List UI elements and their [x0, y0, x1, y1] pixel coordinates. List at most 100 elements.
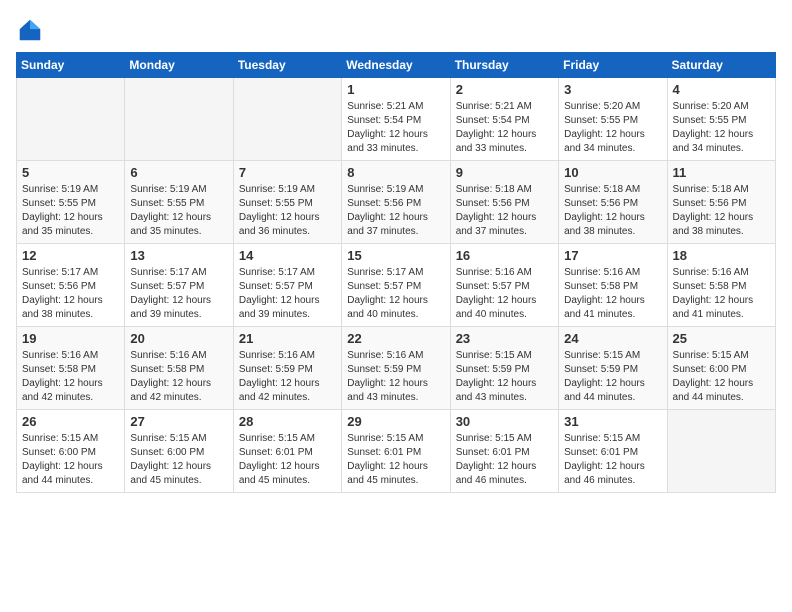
calendar-header-row: SundayMondayTuesdayWednesdayThursdayFrid… — [17, 53, 776, 78]
calendar-cell: 8 Sunrise: 5:19 AM Sunset: 5:56 PM Daylig… — [342, 161, 450, 244]
day-info: Sunrise: 5:15 AM Sunset: 6:00 PM Dayligh… — [673, 349, 770, 405]
calendar-cell: 12Sunrise: 5:17 AM Sunset: 5:56 PM Dayli… — [17, 244, 125, 327]
day-number: 17 — [564, 248, 661, 263]
day-number: 24 — [564, 331, 661, 346]
calendar-cell: 9 Sunrise: 5:18 AM Sunset: 5:56 PM Daylig… — [450, 161, 558, 244]
calendar-cell: 7 Sunrise: 5:19 AM Sunset: 5:55 PM Daylig… — [233, 161, 341, 244]
day-info: Sunrise: 5:16 AM Sunset: 5:59 PM Dayligh… — [239, 349, 336, 405]
day-info: Sunrise: 5:19 AM Sunset: 5:55 PM Dayligh… — [22, 183, 119, 239]
calendar-cell: 30 Sunrise: 5:15 AM Sunset: 6:01 PM Dayli… — [450, 410, 558, 493]
day-info: Sunrise: 5:15 AM Sunset: 6:01 PM Dayligh… — [564, 432, 661, 488]
day-info: Sunrise: 5:16 AM Sunset: 5:58 PM Dayligh… — [130, 349, 227, 405]
day-info: Sunrise: 5:17 AM Sunset: 5:57 PM Dayligh… — [239, 266, 336, 322]
day-header-thursday: Thursday — [450, 53, 558, 78]
day-header-sunday: Sunday — [17, 53, 125, 78]
day-info: Sunrise: 5:21 AM Sunset: 5:54 PM Dayligh… — [456, 100, 553, 156]
calendar-cell: 18 Sunrise: 5:16 AM Sunset: 5:58 PM Dayli… — [667, 244, 775, 327]
day-number: 20 — [130, 331, 227, 346]
day-number: 6 — [130, 165, 227, 180]
calendar-cell — [233, 78, 341, 161]
day-info: Sunrise: 5:21 AM Sunset: 5:54 PM Dayligh… — [347, 100, 444, 156]
day-number: 23 — [456, 331, 553, 346]
day-number: 2 — [456, 82, 553, 97]
day-number: 26 — [22, 414, 119, 429]
day-info: Sunrise: 5:15 AM Sunset: 5:59 PM Dayligh… — [456, 349, 553, 405]
day-header-friday: Friday — [559, 53, 667, 78]
day-info: Sunrise: 5:16 AM Sunset: 5:58 PM Dayligh… — [673, 266, 770, 322]
day-number: 29 — [347, 414, 444, 429]
day-info: Sunrise: 5:18 AM Sunset: 5:56 PM Dayligh… — [564, 183, 661, 239]
day-info: Sunrise: 5:18 AM Sunset: 5:56 PM Dayligh… — [673, 183, 770, 239]
day-number: 10 — [564, 165, 661, 180]
day-info: Sunrise: 5:16 AM Sunset: 5:57 PM Dayligh… — [456, 266, 553, 322]
day-info: Sunrise: 5:20 AM Sunset: 5:55 PM Dayligh… — [564, 100, 661, 156]
calendar-cell: 16 Sunrise: 5:16 AM Sunset: 5:57 PM Dayli… — [450, 244, 558, 327]
calendar-cell: 26 Sunrise: 5:15 AM Sunset: 6:00 PM Dayli… — [17, 410, 125, 493]
day-info: Sunrise: 5:17 AM Sunset: 5:57 PM Dayligh… — [130, 266, 227, 322]
week-row-3: 12Sunrise: 5:17 AM Sunset: 5:56 PM Dayli… — [17, 244, 776, 327]
week-row-2: 5Sunrise: 5:19 AM Sunset: 5:55 PM Daylig… — [17, 161, 776, 244]
calendar-cell: 19Sunrise: 5:16 AM Sunset: 5:58 PM Dayli… — [17, 327, 125, 410]
logo-icon — [16, 16, 44, 44]
day-number: 15 — [347, 248, 444, 263]
day-number: 21 — [239, 331, 336, 346]
calendar-cell: 4 Sunrise: 5:20 AM Sunset: 5:55 PM Daylig… — [667, 78, 775, 161]
day-info: Sunrise: 5:17 AM Sunset: 5:56 PM Dayligh… — [22, 266, 119, 322]
calendar-table: SundayMondayTuesdayWednesdayThursdayFrid… — [16, 52, 776, 493]
day-header-wednesday: Wednesday — [342, 53, 450, 78]
calendar-cell: 10 Sunrise: 5:18 AM Sunset: 5:56 PM Dayli… — [559, 161, 667, 244]
day-info: Sunrise: 5:19 AM Sunset: 5:55 PM Dayligh… — [130, 183, 227, 239]
day-number: 13 — [130, 248, 227, 263]
week-row-1: 1 Sunrise: 5:21 AM Sunset: 5:54 PM Daylig… — [17, 78, 776, 161]
day-info: Sunrise: 5:19 AM Sunset: 5:56 PM Dayligh… — [347, 183, 444, 239]
day-number: 27 — [130, 414, 227, 429]
calendar-cell — [667, 410, 775, 493]
day-number: 30 — [456, 414, 553, 429]
calendar-cell: 13 Sunrise: 5:17 AM Sunset: 5:57 PM Dayli… — [125, 244, 233, 327]
calendar-cell: 28 Sunrise: 5:15 AM Sunset: 6:01 PM Dayli… — [233, 410, 341, 493]
calendar-cell: 5Sunrise: 5:19 AM Sunset: 5:55 PM Daylig… — [17, 161, 125, 244]
day-info: Sunrise: 5:17 AM Sunset: 5:57 PM Dayligh… — [347, 266, 444, 322]
calendar-cell: 15 Sunrise: 5:17 AM Sunset: 5:57 PM Dayli… — [342, 244, 450, 327]
day-number: 4 — [673, 82, 770, 97]
calendar-cell: 11 Sunrise: 5:18 AM Sunset: 5:56 PM Dayli… — [667, 161, 775, 244]
day-info: Sunrise: 5:15 AM Sunset: 6:01 PM Dayligh… — [239, 432, 336, 488]
calendar-cell: 3Sunrise: 5:20 AM Sunset: 5:55 PM Daylig… — [559, 78, 667, 161]
week-row-5: 26 Sunrise: 5:15 AM Sunset: 6:00 PM Dayli… — [17, 410, 776, 493]
calendar-cell — [125, 78, 233, 161]
day-header-monday: Monday — [125, 53, 233, 78]
day-number: 25 — [673, 331, 770, 346]
day-number: 9 — [456, 165, 553, 180]
day-info: Sunrise: 5:18 AM Sunset: 5:56 PM Dayligh… — [456, 183, 553, 239]
calendar-cell: 24 Sunrise: 5:15 AM Sunset: 5:59 PM Dayli… — [559, 327, 667, 410]
day-number: 22 — [347, 331, 444, 346]
calendar-cell — [17, 78, 125, 161]
calendar-cell: 22 Sunrise: 5:16 AM Sunset: 5:59 PM Dayli… — [342, 327, 450, 410]
day-info: Sunrise: 5:19 AM Sunset: 5:55 PM Dayligh… — [239, 183, 336, 239]
day-info: Sunrise: 5:15 AM Sunset: 6:01 PM Dayligh… — [456, 432, 553, 488]
day-header-tuesday: Tuesday — [233, 53, 341, 78]
calendar-cell: 29Sunrise: 5:15 AM Sunset: 6:01 PM Dayli… — [342, 410, 450, 493]
calendar-cell: 14 Sunrise: 5:17 AM Sunset: 5:57 PM Dayli… — [233, 244, 341, 327]
day-number: 7 — [239, 165, 336, 180]
calendar-cell: 27 Sunrise: 5:15 AM Sunset: 6:00 PM Dayli… — [125, 410, 233, 493]
day-number: 31 — [564, 414, 661, 429]
calendar-cell: 31 Sunrise: 5:15 AM Sunset: 6:01 PM Dayli… — [559, 410, 667, 493]
calendar-cell: 21 Sunrise: 5:16 AM Sunset: 5:59 PM Dayli… — [233, 327, 341, 410]
calendar-cell: 2 Sunrise: 5:21 AM Sunset: 5:54 PM Daylig… — [450, 78, 558, 161]
day-info: Sunrise: 5:20 AM Sunset: 5:55 PM Dayligh… — [673, 100, 770, 156]
day-number: 16 — [456, 248, 553, 263]
day-number: 1 — [347, 82, 444, 97]
day-info: Sunrise: 5:15 AM Sunset: 6:00 PM Dayligh… — [130, 432, 227, 488]
day-number: 8 — [347, 165, 444, 180]
day-number: 14 — [239, 248, 336, 263]
calendar-cell: 17Sunrise: 5:16 AM Sunset: 5:58 PM Dayli… — [559, 244, 667, 327]
day-info: Sunrise: 5:15 AM Sunset: 5:59 PM Dayligh… — [564, 349, 661, 405]
day-number: 18 — [673, 248, 770, 263]
day-info: Sunrise: 5:15 AM Sunset: 6:00 PM Dayligh… — [22, 432, 119, 488]
day-info: Sunrise: 5:16 AM Sunset: 5:59 PM Dayligh… — [347, 349, 444, 405]
day-number: 11 — [673, 165, 770, 180]
day-number: 28 — [239, 414, 336, 429]
calendar-cell: 25 Sunrise: 5:15 AM Sunset: 6:00 PM Dayli… — [667, 327, 775, 410]
calendar-cell: 23 Sunrise: 5:15 AM Sunset: 5:59 PM Dayli… — [450, 327, 558, 410]
